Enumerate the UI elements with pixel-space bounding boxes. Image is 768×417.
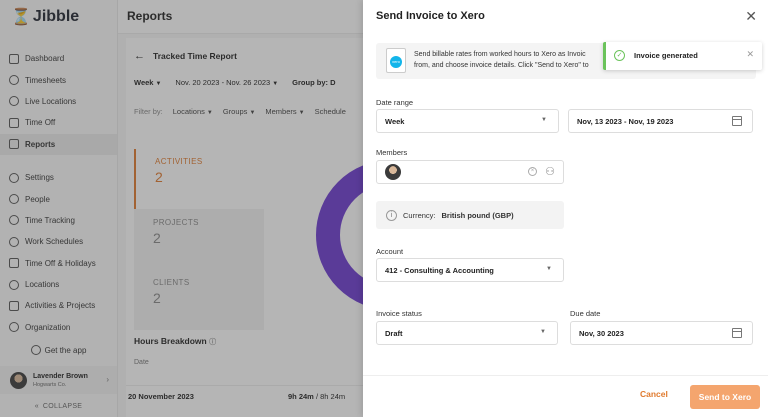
- chevron-down-icon: ▼: [540, 329, 546, 335]
- due-date-value: Nov, 30 2023: [579, 328, 624, 338]
- select-value: 412 - Consulting & Accounting: [385, 265, 494, 275]
- info-icon: i: [386, 209, 397, 221]
- date-range-period-select[interactable]: Week ▼: [376, 109, 559, 133]
- calendar-icon: [732, 328, 742, 338]
- check-circle-icon: ✓: [614, 50, 625, 61]
- success-toast: ✓ Invoice generated ✕: [603, 42, 762, 70]
- select-value: Week: [385, 116, 405, 126]
- add-person-icon[interactable]: ⚇: [545, 165, 555, 178]
- invoice-status-select[interactable]: Draft ▼: [376, 321, 558, 345]
- due-date-label: Due date: [570, 309, 601, 318]
- account-select[interactable]: 412 - Consulting & Accounting ▼: [376, 258, 564, 282]
- currency-value: British pound (GBP): [441, 210, 514, 220]
- chevron-down-icon: ▼: [541, 117, 547, 123]
- date-range-label: Date range: [376, 98, 414, 107]
- clear-icon[interactable]: ×: [528, 167, 537, 176]
- toast-close-icon[interactable]: ✕: [746, 49, 754, 60]
- members-label: Members: [376, 148, 408, 157]
- cancel-button[interactable]: Cancel: [640, 389, 668, 399]
- send-invoice-drawer: Send Invoice to Xero ✕ xero Send billabl…: [363, 0, 768, 417]
- members-select[interactable]: × ⚇: [376, 160, 564, 184]
- xero-logo-icon: xero: [390, 56, 402, 68]
- account-label: Account: [376, 247, 404, 256]
- currency-prefix: Currency:: [403, 210, 436, 220]
- app-window: ⏳ Jibble Dashboard Timesheets Live Locat…: [0, 0, 768, 417]
- drawer-title: Send Invoice to Xero: [376, 10, 485, 22]
- date-range-value: Nov, 13 2023 - Nov, 19 2023: [577, 116, 674, 126]
- chevron-down-icon: ▼: [546, 266, 552, 272]
- calendar-icon: [732, 116, 742, 126]
- currency-info: i Currency: British pound (GBP): [376, 201, 564, 229]
- date-range-picker[interactable]: Nov, 13 2023 - Nov, 19 2023: [568, 109, 753, 133]
- invoice-status-label: Invoice status: [376, 309, 422, 318]
- modal-backdrop[interactable]: [0, 0, 363, 417]
- due-date-picker[interactable]: Nov, 30 2023: [570, 321, 753, 345]
- drawer-footer: Cancel Send to Xero: [363, 375, 768, 417]
- select-value: Draft: [385, 328, 403, 338]
- xero-document-icon: xero: [386, 48, 406, 73]
- send-to-xero-button[interactable]: Send to Xero: [690, 385, 760, 409]
- member-avatar[interactable]: [385, 164, 401, 180]
- close-icon[interactable]: ✕: [745, 9, 757, 25]
- toast-message: Invoice generated: [634, 51, 698, 60]
